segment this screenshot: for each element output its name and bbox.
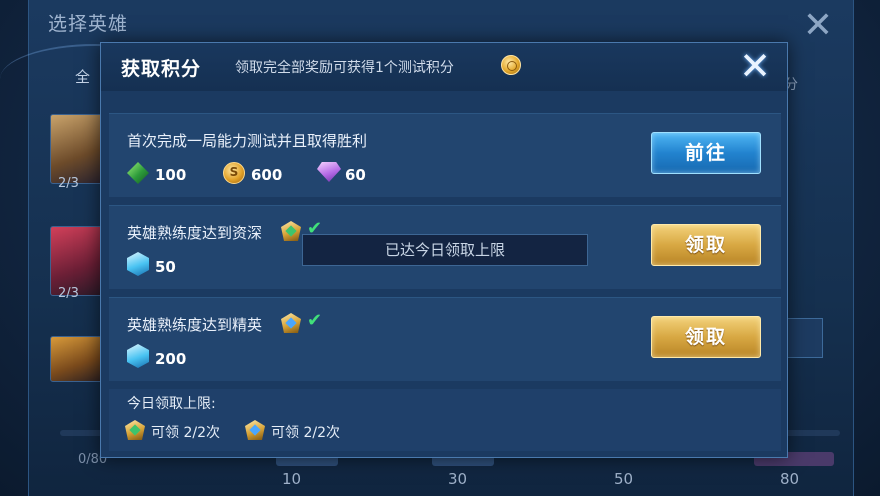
reward-value: 200	[155, 350, 187, 368]
go-button[interactable]: 前往	[651, 132, 761, 174]
claim-button[interactable]: 领取	[651, 316, 761, 358]
gold-coin-icon	[223, 162, 245, 184]
hero-portrait[interactable]	[50, 114, 104, 184]
milestone-label: 30	[448, 470, 468, 488]
blue-crystal-icon	[127, 252, 149, 276]
milestone-label: 80	[780, 470, 800, 488]
blue-crystal-icon	[127, 344, 149, 368]
reward-value: 100	[155, 166, 187, 184]
daily-limit-text: 可领 2/2次	[151, 425, 220, 441]
check-icon: ✔	[307, 310, 323, 331]
task-row: 英雄熟练度达到精英 ✔ 200 领取	[109, 297, 781, 381]
limit-reached-toast: 已达今日领取上限	[302, 234, 588, 266]
milestone-label: 10	[282, 470, 302, 488]
background-side-button[interactable]	[783, 318, 823, 358]
daily-limit-text: 可领 2/2次	[271, 425, 340, 441]
reward-value: 600	[251, 166, 283, 184]
test-point-coin-icon	[501, 55, 521, 75]
daily-limit-title: 今日领取上限:	[127, 396, 216, 412]
task-title: 首次完成一局能力测试并且取得胜利	[127, 132, 368, 150]
claim-button[interactable]: 领取	[651, 224, 761, 266]
task-title: 英雄熟练度达到资深	[127, 224, 263, 242]
background-tab[interactable]: 全	[75, 66, 90, 87]
task-title: 英雄熟练度达到精英	[127, 316, 263, 334]
hero-portrait[interactable]	[50, 336, 104, 382]
background-title: 选择英雄	[48, 13, 129, 35]
senior-badge-icon	[125, 420, 145, 440]
reward-value: 50	[155, 258, 176, 276]
hero-count: 2/3	[58, 286, 79, 301]
senior-badge-icon	[281, 221, 301, 241]
dialog-title: 获取积分	[121, 58, 202, 80]
elite-badge-icon	[245, 420, 265, 440]
daily-limit-section: 今日领取上限: 可领 2/2次 可领 2/2次	[109, 389, 781, 451]
task-row: 首次完成一局能力测试并且取得胜利 100 600 60 前往	[109, 113, 781, 197]
purple-diamond-icon	[317, 162, 341, 182]
hero-count: 2/3	[58, 176, 79, 191]
background-close-icon[interactable]: ✕	[800, 8, 836, 44]
close-icon[interactable]: ✕	[737, 47, 773, 85]
dialog-header: 获取积分 领取完全部奖励可获得1个测试积分 ✕	[101, 43, 787, 91]
elite-badge-icon	[281, 313, 301, 333]
reward-value: 60	[345, 166, 366, 184]
green-gem-icon	[127, 162, 149, 184]
milestone-label: 50	[614, 470, 634, 488]
dialog-subtitle: 领取完全部奖励可获得1个测试积分	[235, 60, 454, 76]
